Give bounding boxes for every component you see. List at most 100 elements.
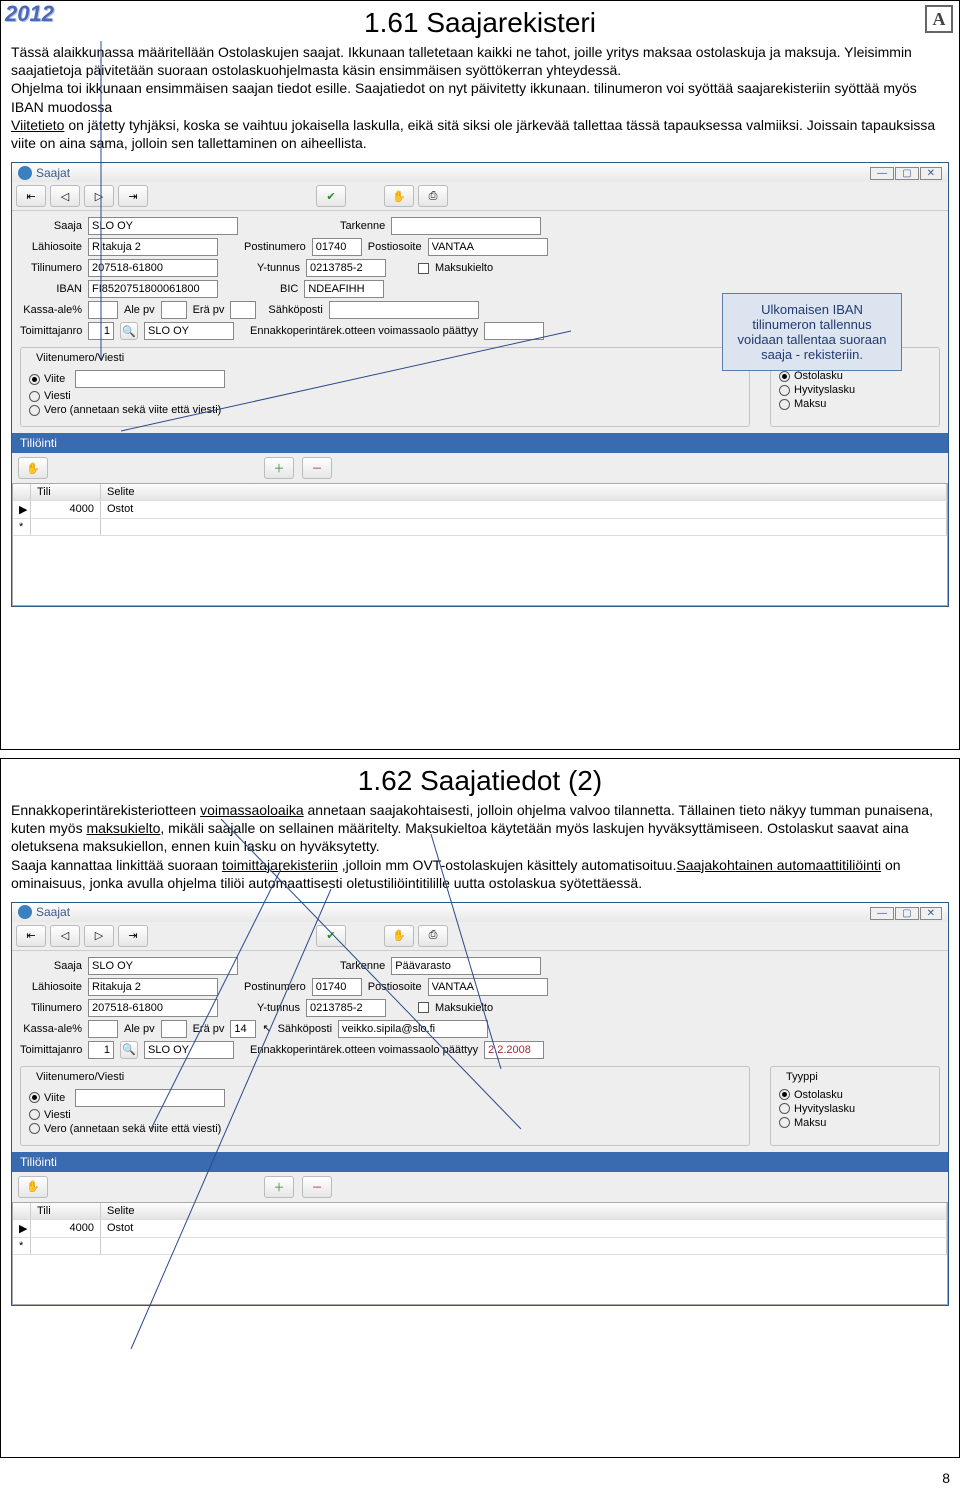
lbl-erapv-2: Erä pv [193,1023,225,1035]
lbl-postiosoite: Postiosoite [368,241,422,253]
radio-maksu[interactable] [779,399,790,410]
inp-ytunnus-2[interactable] [306,999,386,1017]
inp-sahkoposti[interactable] [329,301,479,319]
para-1c-u: Viitetieto [11,117,64,133]
radio-viite[interactable] [29,374,40,385]
lbl-sahkoposti: Sähköposti [268,304,322,316]
radio-viesti[interactable] [29,391,40,402]
max-btn-2[interactable]: ▢ [895,907,918,920]
inp-toimittajanimi-2[interactable] [144,1041,234,1059]
tili-minus-2[interactable]: － [302,1176,332,1198]
tool-next-2[interactable]: ▷ [84,925,114,947]
tool-hand[interactable]: ✋ [384,185,414,207]
min-btn-2[interactable]: — [870,907,894,920]
section-1: 2012 A 1.61 Saajarekisteri Tässä alaikku… [0,0,960,750]
radio-hyvitys-2[interactable] [779,1103,790,1114]
inp-saaja[interactable] [88,217,238,235]
close-btn-2[interactable]: ✕ [920,907,942,920]
inp-kassaale[interactable] [88,301,118,319]
form-area-2: Saaja Tarkenne Lähiosoite Postinumero Po… [12,951,948,1152]
inp-tarkenne-2[interactable] [391,957,541,975]
inp-iban[interactable] [88,280,218,298]
tool-last[interactable]: ⇥ [118,185,148,207]
radio-vero-2[interactable] [29,1123,40,1134]
inp-ennakko[interactable] [484,322,544,340]
inp-erapv[interactable] [230,301,256,319]
th-selite-2: Selite [101,1203,947,1219]
chk-maksukielto-2[interactable] [418,1002,429,1013]
tili-minus[interactable]: － [302,457,332,479]
tili-hand-icon-2[interactable]: ✋ [18,1176,48,1198]
tool-prev[interactable]: ◁ [50,185,80,207]
inp-sahkoposti-2[interactable] [338,1020,488,1038]
inp-erapv-2[interactable] [230,1020,256,1038]
inp-postiosoite[interactable] [428,238,548,256]
tool-check[interactable]: ✔ [316,185,346,207]
inp-lahiosoite-2[interactable] [88,978,218,996]
lbl-bic: BIC [280,283,298,295]
close-btn[interactable]: ✕ [920,167,942,180]
section2-title: 1.62 Saajatiedot (2) [11,765,949,797]
radio-viite-2[interactable] [29,1092,40,1103]
radio-maksu-2[interactable] [779,1117,790,1128]
inp-postinumero[interactable] [312,238,362,256]
inp-bic[interactable] [304,280,384,298]
tili-hand-icon[interactable]: ✋ [18,457,48,479]
tili-plus-2[interactable]: ＋ [264,1176,294,1198]
tool-check-2[interactable]: ✔ [316,925,346,947]
inp-alepv[interactable] [161,301,187,319]
radio-hyvitys-label: Hyvityslasku [794,384,855,396]
inp-alepv-2[interactable] [161,1020,187,1038]
section1-title: 1.61 Saajarekisteri [11,7,949,39]
inp-postiosoite-2[interactable] [428,978,548,996]
inp-toimittajanro[interactable] [88,322,114,340]
inp-viite[interactable] [75,370,225,388]
radio-ostolasku[interactable] [779,371,790,382]
inp-ennakko-2[interactable] [484,1041,544,1059]
inp-postinumero-2[interactable] [312,978,362,996]
inp-ytunnus[interactable] [306,259,386,277]
table-row-2[interactable]: ▶ 4000 Ostot [13,1219,947,1237]
radio-hyvitys[interactable] [779,385,790,396]
tili-plus[interactable]: ＋ [264,457,294,479]
tool-hand-2[interactable]: ✋ [384,925,414,947]
inp-tilinumero[interactable] [88,259,218,277]
radio-maksu-label-2: Maksu [794,1117,826,1129]
min-btn[interactable]: — [870,167,894,180]
td-tili: 4000 [31,501,101,518]
tool-print[interactable]: ⎙ [418,185,448,207]
radio-viesti-2[interactable] [29,1109,40,1120]
s2-t1u: voimassaoloaika [200,802,304,818]
tool-print-2[interactable]: ⎙ [418,925,448,947]
radio-ostolasku-2[interactable] [779,1089,790,1100]
lbl-toimittajanro: Toimittajanro [20,325,82,337]
radio-viesti-label-2: Viesti [44,1109,71,1121]
inp-lahiosoite[interactable] [88,238,218,256]
radio-vero[interactable] [29,405,40,416]
inp-tilinumero-2[interactable] [88,999,218,1017]
chk-maksukielto[interactable] [418,263,429,274]
lbl-lahiosoite: Lähiosoite [20,241,82,253]
inp-saaja-2[interactable] [88,957,238,975]
s2-t6u: Saajakohtainen automaattitiliöinti [676,857,881,873]
tili-table: Tili Selite ▶ 4000 Ostot * [12,483,948,606]
page-number: 8 [0,1466,960,1496]
tool-next[interactable]: ▷ [84,185,114,207]
max-btn[interactable]: ▢ [895,167,918,180]
inp-toimittajanro-2[interactable] [88,1041,114,1059]
toolbar-2: ⇤ ◁ ▷ ⇥ ✔ ✋ ⎙ [12,922,948,951]
para-1a: Tässä alaikkunassa määritellään Ostolask… [11,44,912,78]
tool-last-2[interactable]: ⇥ [118,925,148,947]
tool-prev-2[interactable]: ◁ [50,925,80,947]
inp-toimittajanimi[interactable] [144,322,234,340]
lookup-toimittaja-icon-2[interactable]: 🔍 [120,1041,138,1059]
lookup-toimittaja-icon[interactable]: 🔍 [120,322,138,340]
inp-kassaale-2[interactable] [88,1020,118,1038]
tool-first[interactable]: ⇤ [16,185,46,207]
inp-tarkenne[interactable] [391,217,541,235]
radio-viite-label: Viite [44,373,65,385]
lbl-tilinumero-2: Tilinumero [20,1002,82,1014]
inp-viite-2[interactable] [75,1089,225,1107]
tool-first-2[interactable]: ⇤ [16,925,46,947]
table-row[interactable]: ▶ 4000 Ostot [13,500,947,518]
